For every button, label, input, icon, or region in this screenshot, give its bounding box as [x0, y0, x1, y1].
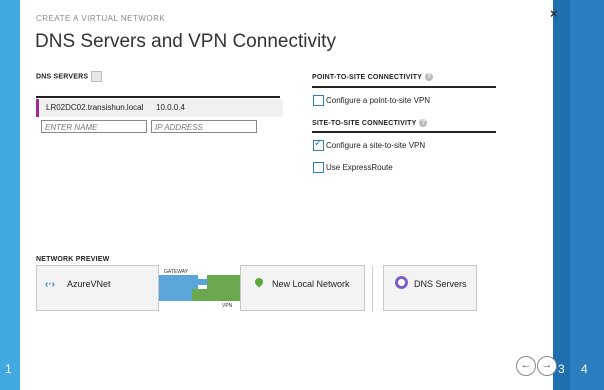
local-network-label: New Local Network	[272, 279, 350, 289]
preview-divider	[372, 266, 373, 312]
dns-divider	[36, 96, 280, 98]
vnet-tile: ‹·› AzureVNet	[36, 265, 159, 311]
location-icon	[253, 276, 265, 288]
dns-entry-row[interactable]: LR02DC02.transishun.local 10.0.0.4	[36, 99, 283, 117]
p2s-checkbox[interactable]	[313, 95, 324, 106]
s2s-option-label[interactable]: Configure a site-to-site VPN	[326, 141, 425, 150]
dns-section-label: DNS SERVERS	[36, 73, 89, 81]
s2s-divider	[312, 131, 496, 133]
help-icon[interactable]: ?	[425, 73, 434, 81]
help-icon[interactable]: ?	[419, 119, 428, 127]
next-button[interactable]: →	[537, 356, 557, 376]
gateway-green-block	[207, 275, 240, 301]
step-1-label[interactable]: 1	[5, 362, 12, 376]
p2s-section-header: POINT-TO-SITE CONNECTIVITY?	[312, 73, 434, 81]
back-button[interactable]: ←	[516, 356, 536, 376]
p2s-section-label: POINT-TO-SITE CONNECTIVITY	[312, 73, 423, 81]
p2s-divider	[312, 86, 496, 88]
page-title: DNS Servers and VPN Connectivity	[35, 31, 336, 52]
s2s-checkbox[interactable]	[313, 138, 324, 151]
step-3-bar[interactable]: 3	[553, 0, 570, 390]
local-network-tile: New Local Network	[240, 265, 365, 311]
step-4-label[interactable]: 4	[581, 362, 588, 376]
dns-section-header: DNS SERVERS	[36, 71, 103, 82]
vpn-label: VPN	[222, 303, 233, 309]
step-3-label[interactable]: 3	[558, 362, 565, 376]
expressroute-checkbox[interactable]	[313, 162, 324, 173]
dns-ip-input[interactable]: IP ADDRESS	[151, 120, 257, 133]
info-icon[interactable]	[91, 71, 103, 82]
dns-icon	[395, 276, 408, 289]
wizard-breadcrumb: CREATE A VIRTUAL NETWORK	[36, 14, 166, 23]
step-4-bar[interactable]: 4	[570, 0, 604, 390]
dns-servers-tile: DNS Servers	[383, 265, 477, 311]
gateway-label: GATEWAY	[164, 269, 189, 275]
gateway-green-step	[192, 289, 207, 301]
s2s-section-header: SITE-TO-SITE CONNECTIVITY?	[312, 119, 428, 127]
dns-entry-ip: 10.0.0.4	[156, 103, 185, 112]
p2s-option-label[interactable]: Configure a point-to-site VPN	[326, 96, 430, 105]
dns-servers-label: DNS Servers	[414, 279, 467, 289]
left-step-bar: 1	[0, 0, 20, 390]
vnet-icon: ‹·›	[45, 279, 55, 290]
vnet-label: AzureVNet	[67, 279, 111, 289]
dns-name-input[interactable]: ENTER NAME	[41, 120, 147, 133]
s2s-section-label: SITE-TO-SITE CONNECTIVITY	[312, 119, 417, 127]
expressroute-label[interactable]: Use ExpressRoute	[326, 163, 393, 172]
preview-section-label: NETWORK PREVIEW	[36, 256, 110, 263]
close-icon[interactable]: ×	[550, 6, 558, 21]
gateway-blue-step	[195, 279, 207, 285]
dns-entry-name: LR02DC02.transishun.local	[46, 103, 144, 112]
